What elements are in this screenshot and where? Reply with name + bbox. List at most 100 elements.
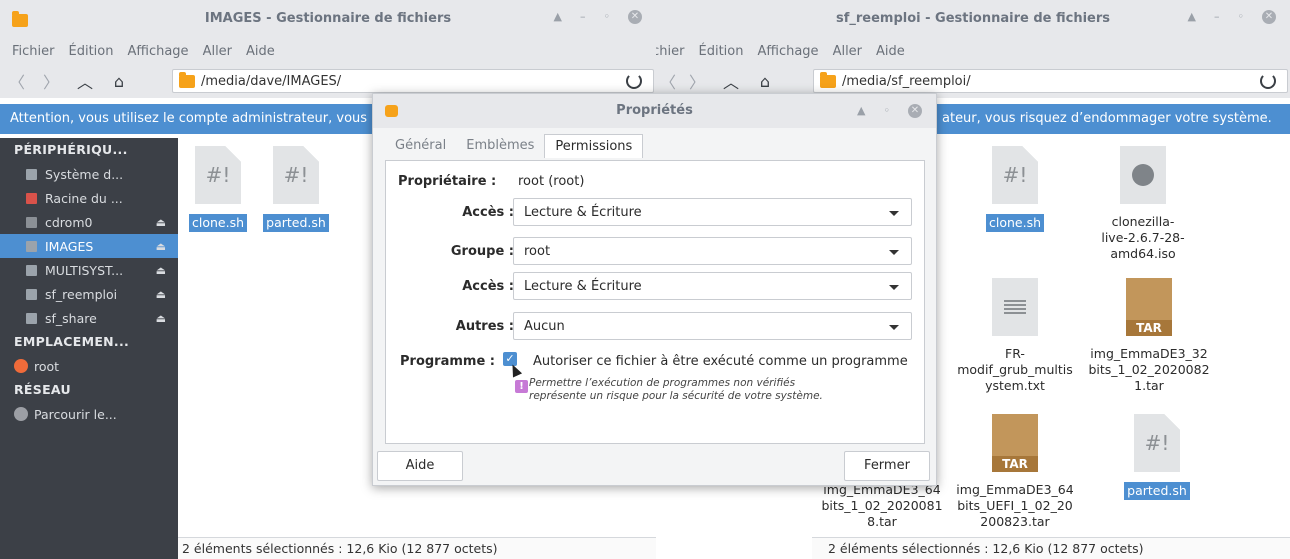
- others-select[interactable]: Aucun: [513, 312, 912, 340]
- sidebar-item-browse-network[interactable]: Parcourir le...: [0, 402, 178, 426]
- minimize-icon[interactable]: –: [580, 10, 586, 24]
- select-value: Lecture & Écriture: [524, 205, 642, 220]
- sidebar-item-sf-share[interactable]: sf_share ⏏: [0, 306, 178, 330]
- group-select[interactable]: root: [513, 237, 912, 265]
- file-label-line: bits_1_02_2020082: [1088, 362, 1210, 377]
- folder-icon: [179, 71, 195, 88]
- file-clone-sh[interactable]: #! clone.sh: [972, 146, 1058, 232]
- titlebar[interactable]: sf_reemploi - Gestionnaire de fichiers ▲…: [656, 0, 1290, 38]
- security-note: Permettre l’exécution de programmes non …: [529, 377, 823, 403]
- program-label: Programme :: [400, 354, 495, 369]
- menu-fichier[interactable]: Fichier: [656, 44, 685, 59]
- menu-aller[interactable]: Aller: [203, 44, 232, 59]
- sidebar-item-cdrom0[interactable]: cdrom0 ⏏: [0, 210, 178, 234]
- sidebar-item-racine[interactable]: Racine du ...: [0, 186, 178, 210]
- file-label-line: clonezilla-: [1111, 214, 1175, 229]
- eject-icon[interactable]: ⏏: [156, 216, 166, 229]
- exec-checkbox-label[interactable]: Autoriser ce fichier à être exécuté comm…: [533, 354, 908, 369]
- close-button[interactable]: Fermer: [844, 451, 930, 481]
- sidebar-item-systeme[interactable]: Système d...: [0, 162, 178, 186]
- file-label-line: FR-: [1005, 346, 1025, 361]
- file-label: img_EmmaDE3_64 bits_UEFI_1_02_20 200823.ta…: [952, 482, 1078, 530]
- status-bar: 2 éléments sélectionnés : 12,6 Kio (12 8…: [178, 537, 656, 559]
- sidebar-header-places: EMPLACEMEN...: [14, 334, 130, 349]
- sidebar-item-sf-reemploi[interactable]: sf_reemploi ⏏: [0, 282, 178, 306]
- reload-icon[interactable]: [626, 73, 642, 89]
- file-label: FR-modif_grub_multis ystem.txt: [950, 346, 1080, 394]
- close-icon[interactable]: ✕: [908, 104, 922, 118]
- note-line: représente un risque pour la sécurité de…: [529, 390, 823, 402]
- shade-icon[interactable]: ▲: [554, 10, 562, 24]
- path-entry[interactable]: /media/dave/IMAGES/: [172, 69, 654, 93]
- file-label: clonezilla-live-2.6.7-28- amd64.iso: [1082, 214, 1204, 262]
- select-value: root: [524, 244, 551, 259]
- file-img-emmade3-64bits-uefi-tar[interactable]: TAR img_EmmaDE3_64 bits_UEFI_1_02_20 20082…: [952, 414, 1078, 530]
- eject-icon[interactable]: ⏏: [156, 264, 166, 277]
- group-access-label: Accès :: [462, 279, 514, 294]
- shade-icon[interactable]: ▲: [1188, 10, 1196, 24]
- tab-emblemes[interactable]: Emblèmes: [456, 134, 544, 158]
- script-icon: #!: [992, 146, 1038, 204]
- maximize-icon[interactable]: ◦: [604, 10, 611, 24]
- maximize-icon[interactable]: ◦: [1238, 10, 1245, 24]
- menu-affichage[interactable]: Affichage: [757, 44, 818, 59]
- menu-aide[interactable]: Aide: [246, 44, 275, 59]
- sidebar-item-root[interactable]: root: [0, 354, 178, 378]
- help-button[interactable]: Aide: [377, 451, 463, 481]
- close-icon[interactable]: ✕: [1262, 10, 1276, 24]
- menu-aide[interactable]: Aide: [876, 44, 905, 59]
- file-clonezilla-iso[interactable]: clonezilla-live-2.6.7-28- amd64.iso: [1082, 146, 1204, 262]
- group-row: Groupe : root: [386, 237, 926, 265]
- path-entry[interactable]: /media/sf_reemploi/: [813, 69, 1288, 93]
- owner-access-select[interactable]: Lecture & Écriture: [513, 198, 912, 226]
- tab-general[interactable]: Général: [385, 134, 456, 158]
- maximize-icon[interactable]: ◦: [884, 104, 891, 118]
- file-fr-modif-grub-txt[interactable]: FR-modif_grub_multis ystem.txt: [950, 278, 1080, 394]
- owner-label: Propriétaire :: [398, 174, 497, 189]
- up-icon[interactable]: ︿: [68, 69, 102, 93]
- sidebar-item-multisystem[interactable]: MULTISYST... ⏏: [0, 258, 178, 282]
- back-icon[interactable]: 〈: [0, 69, 34, 93]
- forward-icon[interactable]: 〉: [680, 69, 714, 93]
- network-icon: [14, 407, 28, 421]
- chevron-down-icon: [889, 325, 899, 330]
- file-parted-sh[interactable]: #! parted.sh: [262, 146, 330, 232]
- file-img-emmade3-32bits-tar[interactable]: TAR img_EmmaDE3_32 bits_1_02_2020082 1.tar: [1082, 278, 1216, 394]
- eject-icon[interactable]: ⏏: [156, 312, 166, 325]
- minimize-icon[interactable]: –: [1214, 10, 1220, 24]
- drive-icon: [26, 264, 37, 276]
- back-icon[interactable]: 〈: [656, 69, 680, 93]
- program-row: Programme : Autoriser ce fichier à être …: [386, 347, 926, 375]
- menu-aller[interactable]: Aller: [833, 44, 862, 59]
- owner-access-label: Accès :: [462, 205, 514, 220]
- group-access-select[interactable]: Lecture & Écriture: [513, 272, 912, 300]
- sidebar-item-label: Racine du ...: [45, 190, 123, 206]
- menu-affichage[interactable]: Affichage: [127, 44, 188, 59]
- up-icon[interactable]: ︿: [714, 69, 748, 93]
- eject-icon[interactable]: ⏏: [156, 288, 166, 301]
- menu-edition[interactable]: Édition: [69, 44, 114, 59]
- close-icon[interactable]: ✕: [628, 10, 642, 24]
- shade-icon[interactable]: ▲: [857, 104, 865, 118]
- menubar: Fichier Édition Affichage Aller Aide: [656, 38, 1290, 64]
- home-icon[interactable]: ⌂: [748, 72, 782, 91]
- reload-icon[interactable]: [1260, 73, 1276, 89]
- file-label-line: live-2.6.7-28-: [1101, 230, 1185, 245]
- cdrom-icon: [26, 216, 37, 228]
- owner-access-row: Accès : Lecture & Écriture: [386, 198, 926, 226]
- menu-fichier[interactable]: Fichier: [12, 44, 55, 59]
- forward-icon[interactable]: 〉: [34, 69, 68, 93]
- file-clone-sh[interactable]: #! clone.sh: [188, 146, 248, 232]
- menu-edition[interactable]: Édition: [699, 44, 744, 59]
- tab-permissions[interactable]: Permissions: [544, 134, 644, 158]
- titlebar[interactable]: IMAGES - Gestionnaire de fichiers ▲ – ◦ ✕: [0, 0, 656, 38]
- sidebar-item-images[interactable]: IMAGES ⏏: [0, 234, 178, 258]
- home-icon[interactable]: ⌂: [102, 72, 136, 91]
- drive-icon: [26, 240, 37, 252]
- sidebar-item-label: IMAGES: [45, 238, 94, 254]
- file-label: img_EmmaDE3_64 bits_1_02_2020081 8.tar: [816, 482, 948, 530]
- file-parted-sh[interactable]: #! parted.sh: [1112, 414, 1202, 500]
- eject-icon[interactable]: ⏏: [156, 240, 166, 253]
- dialog-titlebar[interactable]: Propriétés: [373, 94, 936, 128]
- sidebar-header-devices: PÉRIPHÉRIQU...: [14, 142, 128, 157]
